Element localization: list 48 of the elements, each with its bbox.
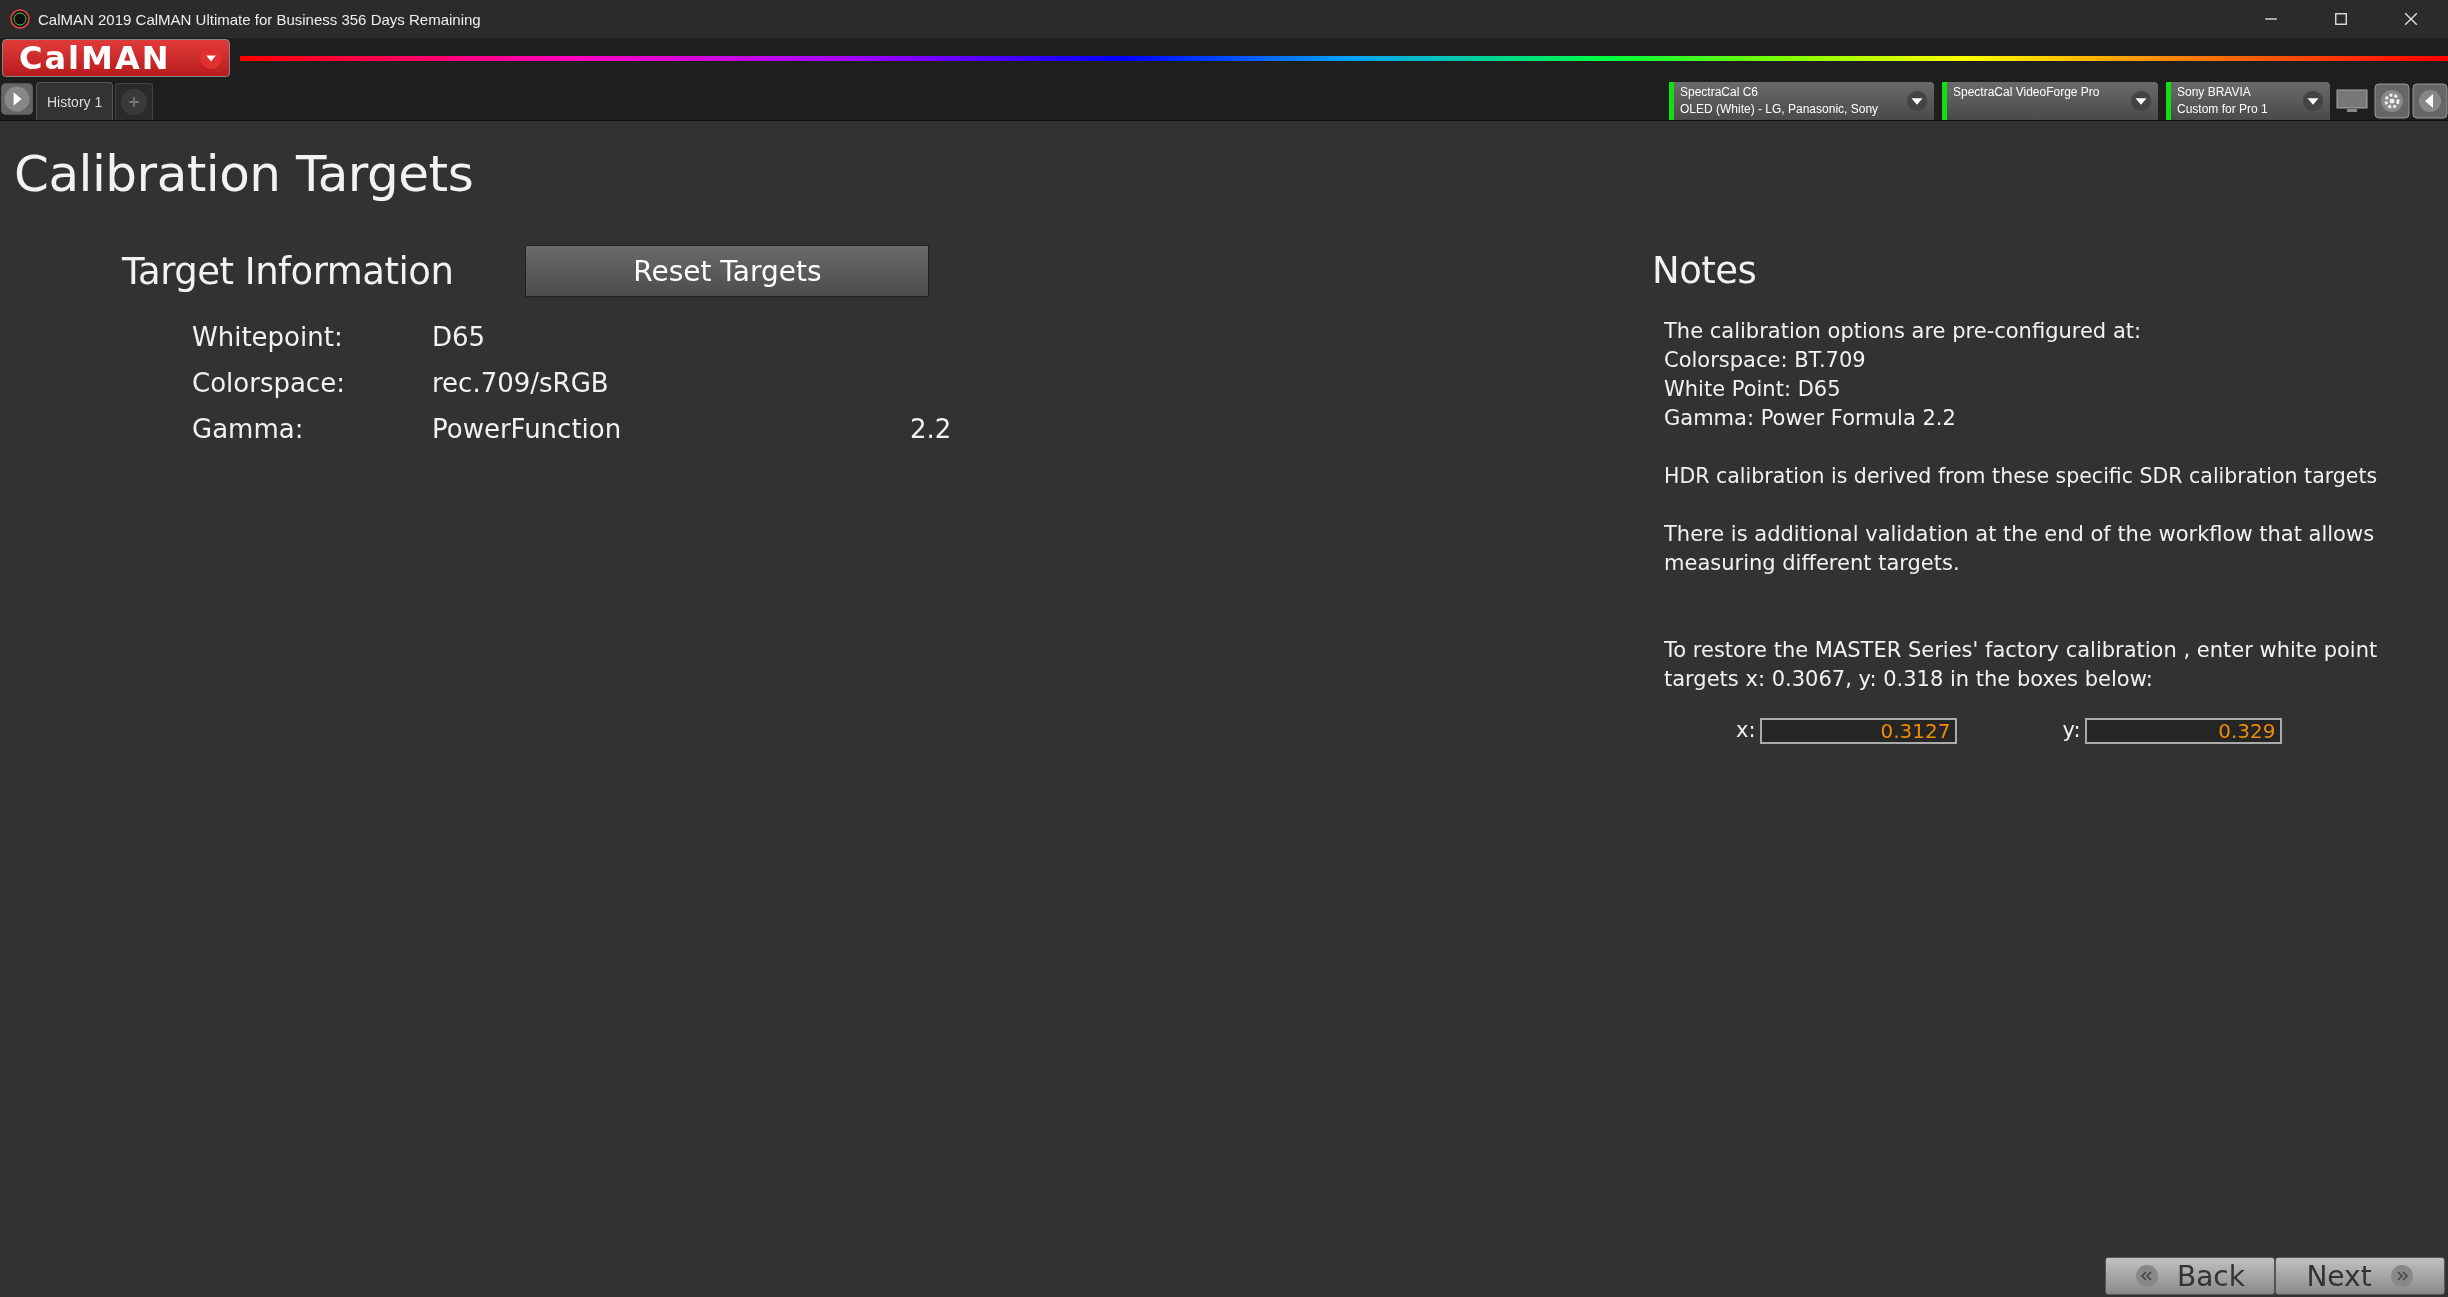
dropdown-icon	[2130, 90, 2152, 112]
play-icon[interactable]	[0, 82, 34, 116]
device-mode: Custom for Pro 1	[2177, 101, 2269, 118]
app-icon	[10, 9, 30, 29]
dropdown-icon	[2302, 90, 2324, 112]
target-label: Whitepoint:	[192, 321, 344, 354]
target-label: Gamma:	[192, 413, 305, 446]
page-title: Calibration Targets	[14, 145, 475, 203]
note-line: Gamma: Power Formula 2.2	[1664, 405, 1957, 432]
section-heading: Notes	[1652, 248, 1758, 294]
collapse-icon[interactable]	[2412, 83, 2448, 119]
target-value: D65	[432, 321, 487, 354]
note-line: White Point: D65	[1664, 376, 1842, 403]
target-value: 2.2	[910, 414, 952, 444]
device-name: SpectraCal VideoForge Pro	[1953, 84, 2101, 101]
target-value: rec.709/sRGB	[432, 367, 610, 400]
note-paragraph: There is additional validation at the end of the workflow that allows measuring different targets.	[1664, 521, 2376, 577]
back-icon	[2135, 1264, 2159, 1288]
caret-icon	[199, 46, 223, 70]
note-paragraph: To restore the MASTER Series' factory calibration , enter white point targets x: 0.3067, y: 0.318 in the boxes below:	[1664, 637, 2379, 693]
section-heading: Target Information	[122, 249, 454, 293]
target-value: PowerFunction	[432, 413, 623, 446]
close-icon[interactable]	[2404, 12, 2418, 26]
dropdown-icon	[1906, 90, 1928, 112]
settings-icon[interactable]	[2374, 83, 2410, 119]
field-label: y:	[2062, 717, 2081, 744]
maximize-icon[interactable]	[2334, 12, 2348, 26]
device-selector[interactable]: Sony BRAVIA Custom for Pro 1	[2166, 82, 2330, 120]
device-selector[interactable]: SpectraCal C6 OLED (White) - LG, Panasonic, Sony	[1669, 82, 1934, 120]
note-line: The calibration options are pre-configured at:	[1664, 318, 2143, 345]
next-icon	[2389, 1264, 2414, 1288]
target-label: Colorspace:	[192, 367, 346, 400]
input-field[interactable]: 0.3127	[1759, 717, 1957, 744]
note-paragraph: HDR calibration is derived from these specific SDR calibration targets	[1664, 463, 2379, 490]
reset-targets-button[interactable]: Reset Targets	[525, 245, 930, 297]
device-name: Sony BRAVIA	[2177, 84, 2252, 101]
input-field[interactable]: 0.329	[2084, 717, 2282, 744]
window-title: CalMAN 2019 CalMAN Ultimate for Business 356 Days Remaining	[38, 10, 481, 28]
note-line: Colorspace: BT.709	[1664, 347, 1867, 374]
field-label: x:	[1736, 717, 1756, 744]
device-name: SpectraCal C6	[1680, 84, 1760, 101]
history-tab[interactable]: History 1	[36, 82, 114, 120]
device-mode: OLED (White) - LG, Panasonic, Sony	[1680, 101, 1880, 118]
next-button[interactable]: Next	[2275, 1257, 2445, 1295]
add-tab-icon[interactable]	[115, 83, 154, 120]
back-button[interactable]: Back	[2105, 1257, 2275, 1295]
calman-logo-button[interactable]: CalMAN	[2, 39, 230, 77]
device-selector[interactable]: SpectraCal VideoForge Pro	[1942, 82, 2158, 120]
